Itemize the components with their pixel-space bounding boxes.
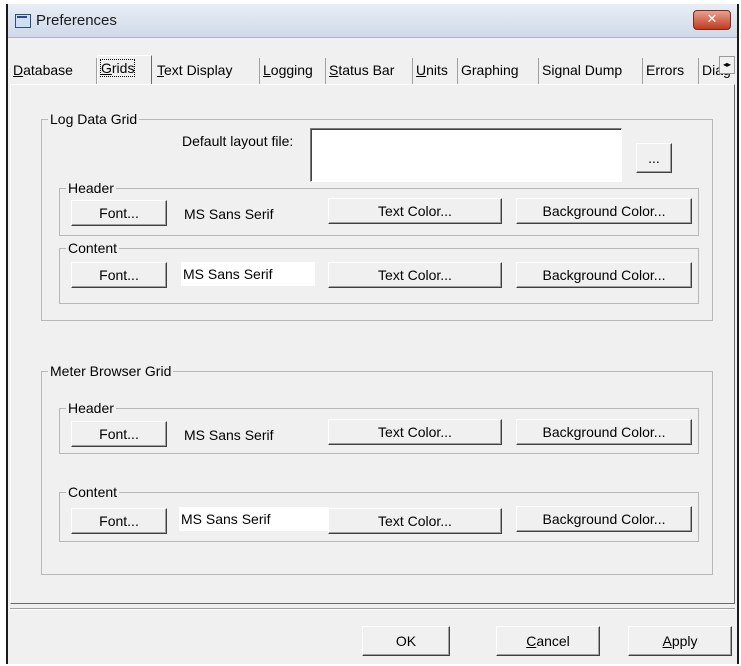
- window-title: Preferences: [36, 12, 117, 29]
- meter-header-font-name: MS Sans Serif: [184, 427, 274, 443]
- tab-database-label: atabase: [23, 62, 73, 78]
- close-icon: ✕: [706, 12, 718, 27]
- tab-database[interactable]: Database: [10, 58, 97, 84]
- tab-database-mnemonic: D: [13, 62, 24, 78]
- log-header-font-button[interactable]: Font...: [71, 200, 167, 226]
- cancel-button[interactable]: Cancel: [496, 626, 600, 656]
- meter-content-text-color-button[interactable]: Text Color...: [328, 508, 502, 534]
- log-header-font-name: MS Sans Serif: [184, 206, 274, 222]
- window-app-icon: [15, 14, 31, 28]
- log-header-bg-color-button[interactable]: Background Color...: [516, 198, 692, 224]
- meter-browser-grid-title: Meter Browser Grid: [48, 363, 174, 379]
- tab-text-display-mnemonic: T: [157, 62, 164, 78]
- tab-signal-dump-label: Signal Dump: [542, 62, 623, 78]
- ok-button[interactable]: OK: [362, 626, 450, 656]
- meter-header-title: Header: [66, 400, 116, 416]
- apply-label: pply: [671, 633, 698, 649]
- default-layout-label: Default layout file:: [182, 133, 294, 149]
- cancel-label: ancel: [536, 633, 570, 649]
- title-bar[interactable]: Preferences ✕: [8, 4, 737, 38]
- log-content-text-color-button[interactable]: Text Color...: [328, 262, 502, 288]
- tab-units-label: nits: [426, 62, 448, 78]
- tab-grids-label: Grids: [99, 59, 136, 77]
- tab-logging[interactable]: Logging: [260, 58, 326, 84]
- tab-graphing-label: Graphing: [461, 62, 519, 78]
- cancel-mnemonic: C: [526, 633, 537, 649]
- tab-errors-label: Errors: [646, 62, 685, 78]
- apply-mnemonic: A: [662, 633, 672, 649]
- meter-content-font-name: MS Sans Serif: [179, 507, 329, 531]
- tab-status-bar-label: tatus Bar: [338, 62, 395, 78]
- tab-scroll-arrows-icon[interactable]: ◂▸: [719, 56, 735, 74]
- tab-text-display-label: ext Display: [164, 62, 233, 78]
- meter-content-title: Content: [66, 484, 120, 500]
- meter-content-group: Content Font... MS Sans Serif Text Color…: [59, 484, 699, 542]
- log-data-grid-group: Log Data Grid Default layout file: ... H…: [41, 111, 713, 321]
- grids-tab-panel: Log Data Grid Default layout file: ... H…: [10, 84, 735, 604]
- log-header-text-color-button[interactable]: Text Color...: [328, 198, 502, 224]
- tab-signal-dump[interactable]: Signal Dump: [539, 58, 643, 84]
- default-layout-file-input[interactable]: [310, 128, 622, 182]
- browse-layout-button[interactable]: ...: [636, 143, 672, 173]
- log-content-group: Content Font... MS Sans Serif Text Color…: [59, 240, 699, 304]
- tab-logging-mnemonic: L: [263, 62, 271, 78]
- log-content-font-name: MS Sans Serif: [181, 262, 315, 286]
- tab-units-mnemonic: U: [416, 62, 427, 78]
- apply-button[interactable]: Apply: [628, 626, 732, 656]
- log-header-group: Header Font... MS Sans Serif Text Color.…: [59, 180, 699, 236]
- tab-graphing[interactable]: Graphing: [458, 58, 539, 84]
- meter-content-font-button[interactable]: Font...: [71, 508, 167, 534]
- log-data-grid-title: Log Data Grid: [48, 111, 140, 127]
- log-content-bg-color-button[interactable]: Background Color...: [516, 262, 692, 288]
- footer-divider: [10, 608, 735, 610]
- tab-errors[interactable]: Errors: [643, 58, 699, 84]
- meter-header-text-color-button[interactable]: Text Color...: [328, 419, 502, 445]
- meter-header-font-button[interactable]: Font...: [71, 421, 167, 447]
- tab-units[interactable]: Units: [413, 58, 458, 84]
- tab-status-bar[interactable]: Status Bar: [326, 58, 413, 84]
- log-content-font-button[interactable]: Font...: [71, 262, 167, 288]
- tab-grids[interactable]: Grids: [97, 55, 152, 84]
- log-content-title: Content: [66, 240, 120, 256]
- close-button[interactable]: ✕: [693, 10, 731, 30]
- meter-header-bg-color-button[interactable]: Background Color...: [516, 419, 692, 445]
- log-header-title: Header: [66, 180, 116, 196]
- meter-header-group: Header Font... MS Sans Serif Text Color.…: [59, 400, 699, 454]
- tab-strip: Database Grids Text Display Logging Stat…: [8, 55, 737, 84]
- meter-content-bg-color-button[interactable]: Background Color...: [516, 506, 692, 532]
- tab-text-display[interactable]: Text Display: [154, 58, 260, 84]
- tab-status-bar-mnemonic: S: [329, 62, 339, 78]
- tab-logging-label: ogging: [270, 62, 313, 78]
- meter-browser-grid-group: Meter Browser Grid Header Font... MS San…: [41, 363, 713, 575]
- preferences-window: Preferences ✕ Database Grids Text Displa…: [6, 4, 739, 664]
